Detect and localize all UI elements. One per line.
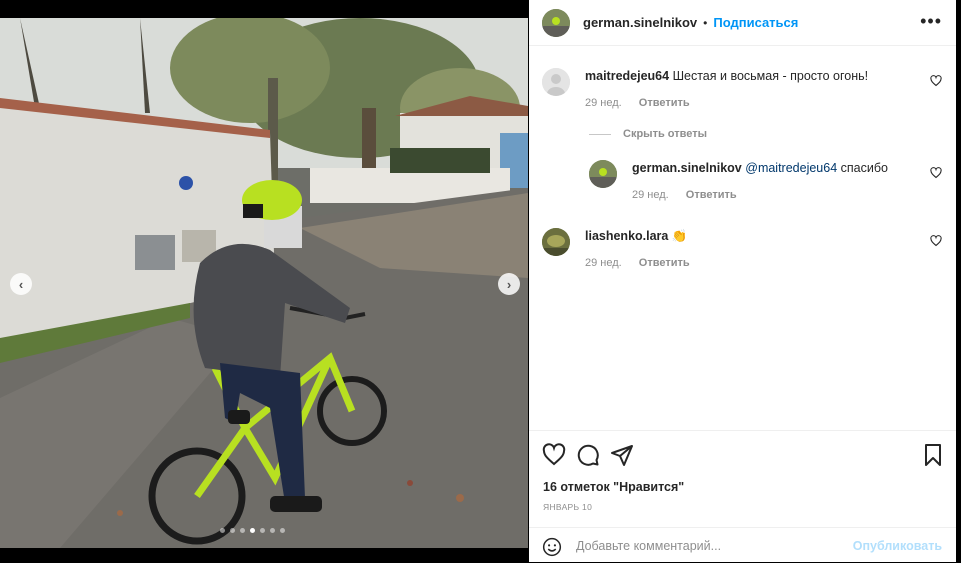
carousel-dot bbox=[230, 528, 235, 533]
like-reply-icon[interactable] bbox=[930, 167, 942, 179]
comment-meta: 29 нед. Ответить bbox=[585, 97, 704, 109]
comment-text: maitredejeu64 Шестая и восьмая - просто … bbox=[585, 68, 915, 84]
photo-boy-on-bike bbox=[0, 18, 528, 548]
likes-count[interactable]: 16 отметок "Нравится" bbox=[543, 480, 684, 494]
reply-button[interactable]: Ответить bbox=[639, 97, 690, 109]
comment-bar: Опубликовать bbox=[529, 527, 956, 563]
instagram-post-modal: ‹ › german.sinelnikov • Подписаться ••• … bbox=[0, 0, 961, 562]
reply-time: 29 нед. bbox=[632, 189, 669, 201]
more-options-icon[interactable]: ••• bbox=[920, 11, 942, 32]
carousel-dot bbox=[270, 528, 275, 533]
comment-time: 29 нед. bbox=[585, 257, 622, 269]
carousel-dot bbox=[240, 528, 245, 533]
follow-button[interactable]: Подписаться bbox=[713, 15, 798, 30]
commenter-avatar[interactable] bbox=[542, 228, 570, 256]
post-photo[interactable]: ‹ › bbox=[0, 18, 528, 548]
reply-item: german.sinelnikov @maitredejeu64 спасибо… bbox=[589, 160, 942, 210]
post-actions: 16 отметок "Нравится" Январь 10 Опублико… bbox=[529, 430, 956, 562]
reply-content: спасибо bbox=[840, 161, 888, 175]
add-comment-input[interactable] bbox=[576, 537, 836, 555]
carousel-indicator bbox=[220, 528, 285, 533]
comment-content: 👏 bbox=[671, 229, 688, 243]
comment-item: liashenko.lara 👏 29 нед. Ответить bbox=[542, 228, 942, 278]
like-heart-icon[interactable] bbox=[542, 443, 566, 467]
publish-button[interactable]: Опубликовать bbox=[853, 539, 942, 553]
reply-author-avatar[interactable] bbox=[589, 160, 617, 188]
comment-item: maitredejeu64 Шестая и восьмая - просто … bbox=[542, 68, 942, 118]
comment-meta: 29 нед. Ответить bbox=[585, 257, 704, 269]
emoji-icon[interactable] bbox=[542, 537, 562, 557]
commenter-avatar[interactable] bbox=[542, 68, 570, 96]
reply-mention-link[interactable]: @maitredejeu64 bbox=[745, 161, 837, 175]
reply-username[interactable]: german.sinelnikov bbox=[632, 161, 742, 175]
post-header: german.sinelnikov • Подписаться ••• bbox=[529, 0, 956, 46]
carousel-dot bbox=[220, 528, 225, 533]
comment-username[interactable]: maitredejeu64 bbox=[585, 69, 669, 83]
author-avatar[interactable] bbox=[542, 8, 570, 37]
previous-slide-button[interactable]: ‹ bbox=[10, 273, 32, 295]
comment-bubble-icon[interactable] bbox=[576, 443, 600, 467]
next-slide-button[interactable]: › bbox=[498, 273, 520, 295]
bookmark-icon[interactable] bbox=[921, 443, 945, 467]
carousel-dot bbox=[260, 528, 265, 533]
comment-text: liashenko.lara 👏 bbox=[585, 228, 915, 244]
comment-content: Шестая и восьмая - просто огонь! bbox=[672, 69, 869, 83]
post-side-panel: german.sinelnikov • Подписаться ••• mait… bbox=[529, 0, 956, 562]
comment-time: 29 нед. bbox=[585, 97, 622, 109]
hide-replies-button[interactable]: Скрыть ответы bbox=[589, 128, 707, 140]
separator-dot: • bbox=[703, 15, 708, 30]
reply-meta: 29 нед. Ответить bbox=[632, 189, 751, 201]
hide-replies-label: Скрыть ответы bbox=[623, 128, 707, 140]
post-date: Январь 10 bbox=[543, 502, 593, 512]
comment-username[interactable]: liashenko.lara bbox=[585, 229, 668, 243]
carousel-dot bbox=[280, 528, 285, 533]
share-send-icon[interactable] bbox=[610, 443, 634, 467]
carousel-dot bbox=[250, 528, 255, 533]
reply-text: german.sinelnikov @maitredejeu64 спасибо bbox=[632, 160, 922, 176]
like-comment-icon[interactable] bbox=[930, 235, 942, 247]
reply-button[interactable]: Ответить bbox=[639, 257, 690, 269]
divider-line bbox=[589, 133, 611, 135]
author-username[interactable]: german.sinelnikov bbox=[583, 15, 697, 30]
reply-button[interactable]: Ответить bbox=[686, 189, 737, 201]
like-comment-icon[interactable] bbox=[930, 75, 942, 87]
